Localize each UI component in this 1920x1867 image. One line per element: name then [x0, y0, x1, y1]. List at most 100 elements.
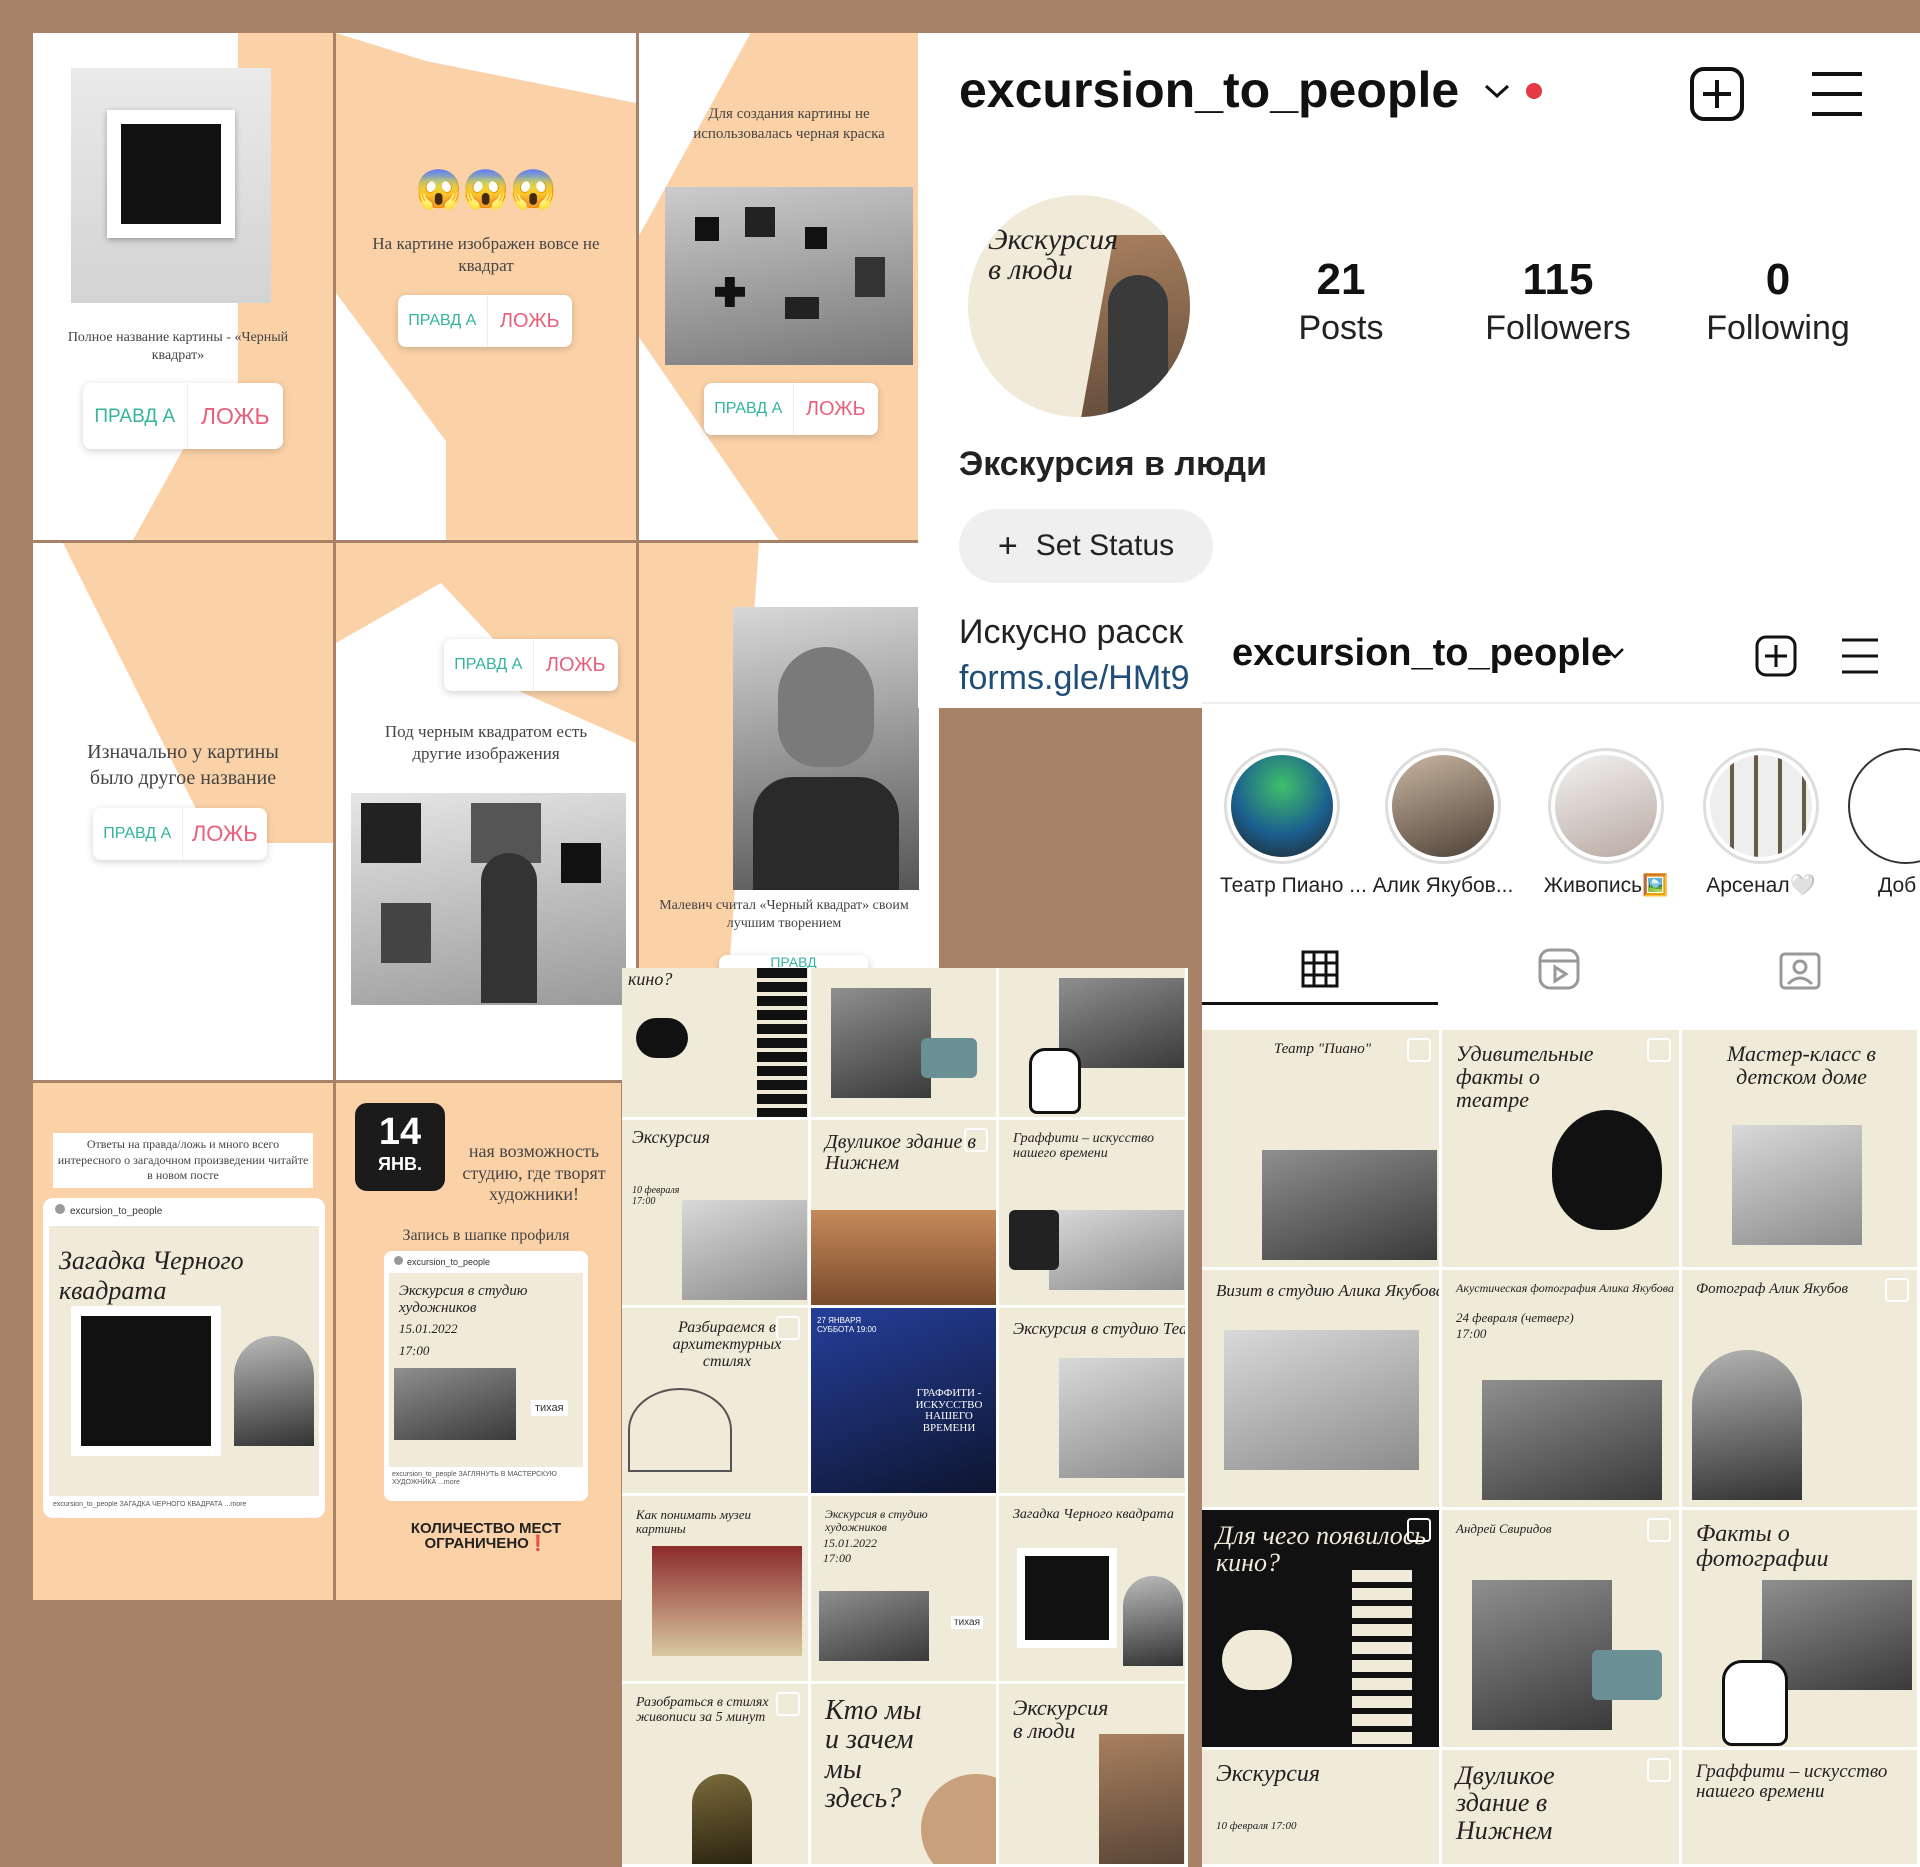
post-tile[interactable]: Загадка Черного квадрата	[999, 1496, 1188, 1684]
post-tile[interactable]: Для чего появилось кино?	[1202, 1510, 1442, 1750]
chevron-down-icon[interactable]	[1483, 81, 1511, 106]
post-tile[interactable]: Граффити – искусство нашего времени	[999, 1120, 1188, 1308]
post-tile[interactable]: Андрей Свиридов	[1442, 1510, 1682, 1750]
post-tile[interactable]: Удивительные факты о театре	[1442, 1030, 1682, 1270]
highlight-item[interactable]: Алик Якубов...	[1368, 748, 1518, 898]
profile-username[interactable]: excursion_to_people	[1232, 632, 1612, 675]
post-tile[interactable]: Экскурсия в люди	[999, 1684, 1188, 1867]
movie-camera-icon	[636, 1018, 688, 1058]
post-tile[interactable]: Фотограф Алик Якубов	[1682, 1270, 1920, 1510]
false-option[interactable]: ЛОЖЬ	[534, 639, 618, 691]
true-false-poll[interactable]: ПРАВД А ЛОЖЬ	[444, 639, 618, 691]
false-option[interactable]: ЛОЖЬ	[488, 295, 572, 347]
post-tile[interactable]: Экскурсия в студию художников 15.01.2022…	[811, 1496, 999, 1684]
plus-icon: +	[997, 526, 1018, 565]
menu-icon[interactable]	[1840, 636, 1880, 676]
highlight-cover	[1224, 748, 1340, 864]
paint-can-icon	[1009, 1210, 1059, 1270]
notification-dot-icon	[1526, 83, 1542, 99]
profile-username[interactable]: excursion_to_people	[959, 61, 1459, 119]
avatar[interactable]: Экскурсия в люди	[968, 195, 1190, 417]
post-tile[interactable]: Факты о фотографии	[1682, 1510, 1920, 1750]
menu-icon[interactable]	[1810, 69, 1864, 119]
highlight-item[interactable]: Театр Пиано ...	[1220, 748, 1367, 898]
false-option[interactable]: ЛОЖЬ	[794, 383, 878, 435]
post-tile[interactable]: Двуликое здание в Нижнем	[811, 1120, 999, 1308]
post-tile[interactable]	[999, 968, 1188, 1120]
post-tile[interactable]: Двуликое здание в Нижнем	[1442, 1750, 1682, 1867]
malevich-portrait	[234, 1336, 314, 1446]
chevron-down-icon[interactable]	[1605, 646, 1625, 665]
post-tile[interactable]: ГРАФФИТИ - ИСКУССТВО НАШЕГО ВРЕМЕНИ 27 Я…	[811, 1308, 999, 1496]
gallery-photo	[665, 187, 913, 365]
checkbox-icon	[1407, 1518, 1431, 1542]
true-option[interactable]: ПРАВД А	[83, 383, 188, 449]
story-caption: Для создания картины не использовалась ч…	[693, 106, 885, 142]
story-card-8: 14 ЯНВ. ная возможность студию, где твор…	[336, 1083, 621, 1600]
shared-post[interactable]: excursion_to_people Экскурсия в студию х…	[384, 1251, 588, 1501]
true-false-poll[interactable]: ПРАВД А ЛОЖЬ	[398, 295, 572, 347]
middle-profile-grid: кино? Экскурсия 10 февраля 17:00 Двулико…	[622, 968, 1188, 1867]
highlight-label: Живопись🖼️	[1543, 874, 1669, 897]
black-square-icon	[71, 1306, 221, 1456]
bio-link[interactable]: forms.gle/HMt9	[959, 659, 1190, 698]
tab-grid[interactable]	[1202, 936, 1438, 1005]
profile-grid-screenshot: excursion_to_people Театр Пиано ... Алик…	[1202, 620, 1920, 1867]
post-tile[interactable]: кино?	[622, 968, 811, 1120]
true-false-poll[interactable]: ПРАВД А ЛОЖЬ	[93, 808, 267, 860]
post-tile[interactable]	[811, 968, 999, 1120]
post-tile[interactable]: Экскурсия 10 февраля 17:00	[622, 1120, 811, 1308]
tab-reels[interactable]	[1438, 936, 1680, 1002]
false-option[interactable]: ЛОЖЬ	[188, 383, 284, 449]
post-tile[interactable]: Мастер-класс в детском доме	[1682, 1030, 1920, 1270]
new-post-icon[interactable]	[1754, 634, 1798, 678]
post-tile[interactable]: Театр "Пиано"	[1202, 1030, 1442, 1270]
post-footer: excursion_to_people ЗАГЛЯНУТЬ В МАСТЕРСК…	[392, 1471, 557, 1487]
shared-post[interactable]: excursion_to_people Загадка Черного квад…	[43, 1198, 325, 1518]
post-tile[interactable]: Как понимать музеи картины	[622, 1496, 811, 1684]
add-highlight-item[interactable]: Доб	[1848, 748, 1920, 898]
highlight-item[interactable]: Живопись🖼️	[1536, 748, 1676, 898]
story-card-7: Ответы на правда/ложь и много всего инте…	[33, 1083, 333, 1600]
post-tile[interactable]: Кто мы и зачем мы здесь?	[811, 1684, 999, 1867]
tab-tagged[interactable]	[1680, 936, 1920, 1002]
following-label: Following	[1706, 309, 1850, 347]
followers-stat[interactable]: 115 Followers	[1458, 255, 1658, 348]
story-caption: Изначально у картины было другое названи…	[87, 741, 279, 789]
true-option[interactable]: ПРАВД А	[398, 295, 488, 347]
studio-photo	[394, 1368, 516, 1440]
true-false-poll[interactable]: ПРАВД А ЛОЖЬ	[704, 383, 878, 435]
pointing-hand-icon	[1029, 1048, 1081, 1114]
post-tile[interactable]: Акустическая фотография Алика Якубова 24…	[1442, 1270, 1682, 1510]
false-option[interactable]: ЛОЖЬ	[183, 808, 267, 860]
post-tile[interactable]: Разобраться в стилях живописи за 5 минут	[622, 1684, 811, 1867]
posts-stat[interactable]: 21 Posts	[1266, 255, 1416, 348]
highlight-label: Алик Якубов...	[1372, 874, 1514, 897]
date-badge: 14 ЯНВ.	[355, 1103, 445, 1191]
highlight-cover	[1385, 748, 1501, 864]
post-tile[interactable]: Экскурсия 10 февраля 17:00	[1202, 1750, 1442, 1867]
true-option[interactable]: ПРАВД А	[704, 383, 794, 435]
scared-emoji: 😱😱😱	[415, 169, 557, 211]
true-option[interactable]: ПРАВД А	[93, 808, 183, 860]
following-stat[interactable]: 0 Following	[1678, 255, 1878, 348]
avatar-text: Экскурсия в люди	[988, 223, 1119, 286]
true-option[interactable]: ПРАВД А	[444, 639, 534, 691]
new-post-icon[interactable]	[1688, 65, 1746, 123]
malevich-portrait	[733, 607, 919, 890]
post-tile[interactable]: Визит в студию Алика Якубова	[1202, 1270, 1442, 1510]
post-footer: excursion_to_people ЗАГАДКА ЧЕРНОГО КВАД…	[53, 1501, 247, 1508]
highlight-item[interactable]: Арсенал🤍	[1696, 748, 1826, 898]
post-tile[interactable]: Разбираемся в архитектурных стилях	[622, 1308, 811, 1496]
set-status-button[interactable]: + Set Status	[959, 509, 1213, 583]
theater-masks-icon	[1552, 1110, 1662, 1230]
post-tile[interactable]: Экскурсия в студию Театра	[999, 1308, 1188, 1496]
story-caption: Полное название картины - «Черный квадра…	[67, 330, 289, 364]
film-strip	[757, 968, 807, 1117]
story-card-4: Изначально у картины было другое названи…	[33, 543, 333, 1080]
story-caption: На картине изображен вовсе не квадрат	[372, 234, 600, 276]
exclamation-icon: ❗	[528, 1535, 548, 1552]
true-false-poll[interactable]: ПРАВД А ЛОЖЬ	[83, 383, 283, 449]
post-tile[interactable]: Граффити – искусство нашего времени	[1682, 1750, 1920, 1867]
highlight-label: Арсенал🤍	[1706, 874, 1816, 897]
